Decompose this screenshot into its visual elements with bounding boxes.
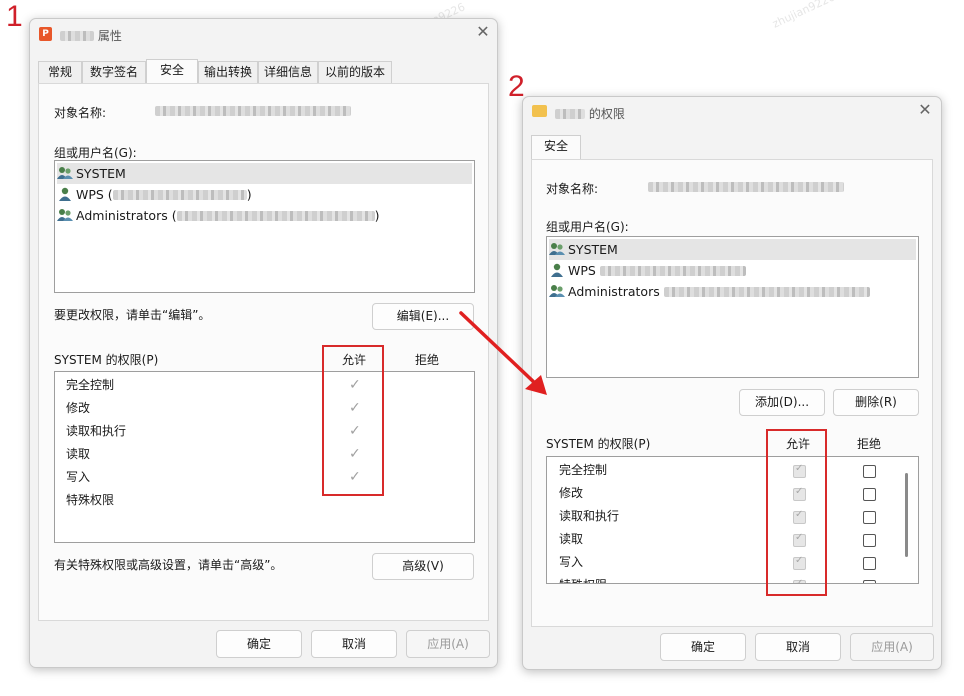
object-name-label: 对象名称: — [546, 182, 599, 196]
permission-row: 特殊权限 — [559, 574, 607, 583]
tab-details[interactable]: 详细信息 — [258, 61, 318, 83]
advanced-button[interactable]: 高级(V) — [372, 553, 474, 580]
user-list[interactable]: SYSTEM WPS Administrators — [546, 236, 919, 378]
deny-checkbox[interactable] — [863, 511, 876, 524]
deny-checkbox[interactable] — [863, 580, 876, 583]
close-icon[interactable]: ✕ — [915, 101, 935, 121]
redacted-filename — [555, 109, 585, 119]
permission-row: 读取 — [66, 447, 91, 461]
cancel-button[interactable]: 取消 — [755, 633, 841, 661]
redacted-object-path — [155, 106, 351, 116]
list-item-administrators[interactable]: Administrators — [549, 281, 916, 302]
add-button[interactable]: 添加(D)... — [739, 389, 825, 416]
properties-dialog: P 属性 ✕ 常规 数字签名 安全 输出转换 详细信息 以前的版本 对象名称: … — [29, 18, 498, 668]
wps-presentation-icon: P — [39, 27, 52, 41]
title-bar[interactable]: 的权限 ✕ — [523, 97, 941, 127]
permission-row: 特殊权限 — [66, 493, 115, 507]
deny-checkbox[interactable] — [863, 557, 876, 570]
group-users-icon — [57, 165, 73, 179]
remove-button[interactable]: 删除(R) — [833, 389, 919, 416]
window-title: 的权限 — [555, 105, 625, 122]
permission-row: 写入 — [66, 470, 91, 484]
scrollbar[interactable] — [905, 473, 908, 557]
group-users-icon — [57, 207, 73, 221]
permissions-dialog: 的权限 ✕ 安全 对象名称: 组或用户名(G): SYSTEM WPS Admi… — [522, 96, 942, 670]
redacted-account — [112, 190, 247, 200]
user-list[interactable]: SYSTEM WPS () Administrators () — [54, 160, 475, 293]
deny-checkbox[interactable] — [863, 488, 876, 501]
redacted-account — [176, 211, 375, 221]
tab-output-conversion[interactable]: 输出转换 — [198, 61, 258, 83]
folder-icon — [532, 105, 547, 117]
list-item-wps[interactable]: WPS — [549, 260, 916, 281]
redacted-account — [663, 287, 870, 297]
permission-row: 读取和执行 — [559, 509, 620, 523]
group-users-icon — [549, 283, 565, 297]
tab-previous-versions[interactable]: 以前的版本 — [318, 61, 392, 83]
deny-checkbox[interactable] — [863, 465, 876, 478]
ok-button[interactable]: 确定 — [216, 630, 302, 658]
watermark: zhujian9226 — [770, 0, 838, 31]
security-panel: 对象名称: 组或用户名(G): SYSTEM WPS Administrator… — [531, 159, 933, 627]
title-bar[interactable]: P 属性 ✕ — [30, 19, 497, 49]
cancel-button[interactable]: 取消 — [311, 630, 397, 658]
permission-row: 修改 — [66, 401, 91, 415]
allow-column-highlight — [766, 429, 827, 596]
list-item-system[interactable]: SYSTEM — [57, 163, 472, 184]
apply-button[interactable]: 应用(A) — [406, 630, 490, 658]
list-item-wps[interactable]: WPS () — [57, 184, 472, 205]
deny-header: 拒绝 — [415, 353, 440, 367]
tab-security[interactable]: 安全 — [146, 59, 198, 84]
permission-row: 修改 — [559, 486, 584, 500]
window-title: 属性 — [60, 27, 122, 44]
ok-button[interactable]: 确定 — [660, 633, 746, 661]
user-icon — [549, 262, 565, 277]
list-item-administrators[interactable]: Administrators () — [57, 205, 472, 226]
redacted-account — [599, 266, 746, 276]
permission-row: 读取和执行 — [66, 424, 127, 438]
tab-digital-signature[interactable]: 数字签名 — [82, 61, 146, 83]
permissions-label: SYSTEM 的权限(P) — [546, 437, 651, 451]
group-users-icon — [549, 241, 565, 255]
permissions-label: SYSTEM 的权限(P) — [54, 353, 159, 367]
group-user-label: 组或用户名(G): — [546, 220, 629, 234]
security-panel: 对象名称: 组或用户名(G): SYSTEM WPS () Administra… — [38, 83, 489, 621]
deny-header: 拒绝 — [857, 437, 882, 451]
redacted-object-path — [648, 182, 844, 192]
close-icon[interactable]: ✕ — [473, 23, 493, 43]
allow-column-highlight — [322, 345, 384, 496]
permission-row: 写入 — [559, 555, 584, 569]
permission-row: 完全控制 — [559, 463, 608, 477]
change-permission-hint: 要更改权限，请单击“编辑”。 — [54, 308, 211, 322]
annotation-arrow — [459, 311, 547, 395]
advanced-hint: 有关特殊权限或高级设置，请单击“高级”。 — [54, 558, 283, 572]
step-marker-1: 1 — [6, 0, 23, 33]
tab-security[interactable]: 安全 — [531, 135, 581, 160]
permission-row: 完全控制 — [66, 378, 115, 392]
user-icon — [57, 186, 73, 201]
object-name-label: 对象名称: — [54, 106, 107, 120]
apply-button[interactable]: 应用(A) — [850, 633, 934, 661]
list-item-system[interactable]: SYSTEM — [549, 239, 916, 260]
deny-checkbox[interactable] — [863, 534, 876, 547]
tab-general[interactable]: 常规 — [38, 61, 82, 83]
group-user-label: 组或用户名(G): — [54, 146, 137, 160]
permission-list[interactable]: 完全控制 修改 读取和执行 读取 写入 特殊权限 — [546, 456, 919, 584]
redacted-filename — [60, 31, 94, 41]
permission-list[interactable]: 完全控制 修改 读取和执行 读取 写入 特殊权限 ✓ ✓ ✓ ✓ ✓ — [54, 371, 475, 543]
permission-row: 读取 — [559, 532, 584, 546]
